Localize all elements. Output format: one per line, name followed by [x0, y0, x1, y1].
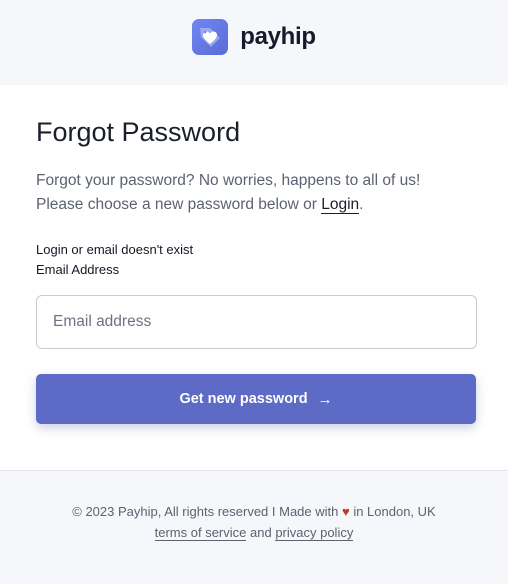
get-new-password-button[interactable]: Get new password → [36, 374, 476, 424]
arrow-right-icon: → [317, 390, 333, 408]
legal-links: terms of service and privacy policy [0, 522, 508, 543]
get-new-password-label: Get new password [179, 391, 308, 407]
error-message: Login or email doesn't exist [36, 242, 194, 257]
page-header: payhip [0, 0, 508, 85]
page-footer: © 2023 Payhip, All rights reserved I Mad… [0, 471, 508, 543]
page-title: Forgot Password [36, 117, 241, 147]
intro-line-2-prefix: Please choose a new password below or [36, 196, 322, 213]
copyright-line: © 2023 Payhip, All rights reserved I Mad… [0, 501, 508, 522]
intro-line-2-suffix: . [359, 196, 364, 213]
copyright-suffix: in London, UK [349, 504, 436, 519]
heart-icon: ♥ [341, 504, 350, 519]
email-label: Email Address [36, 262, 120, 277]
payhip-logo[interactable]: payhip [192, 18, 316, 55]
terms-of-service-link[interactable]: terms of service [154, 525, 247, 541]
forgot-password-panel: Forgot Password Forgot your password? No… [0, 85, 508, 471]
brand-name: payhip [240, 22, 316, 50]
login-link[interactable]: Login [321, 196, 360, 214]
and-text: and [246, 525, 276, 540]
privacy-policy-link[interactable]: privacy policy [275, 525, 354, 541]
intro-line-1: Forgot your password? No worries, happen… [36, 172, 421, 189]
price-tag-heart-icon [192, 18, 229, 55]
intro-text: Forgot your password? No worries, happen… [36, 169, 472, 217]
email-field[interactable] [36, 295, 477, 349]
copyright-prefix: © 2023 Payhip, All rights reserved I Mad… [72, 504, 342, 519]
